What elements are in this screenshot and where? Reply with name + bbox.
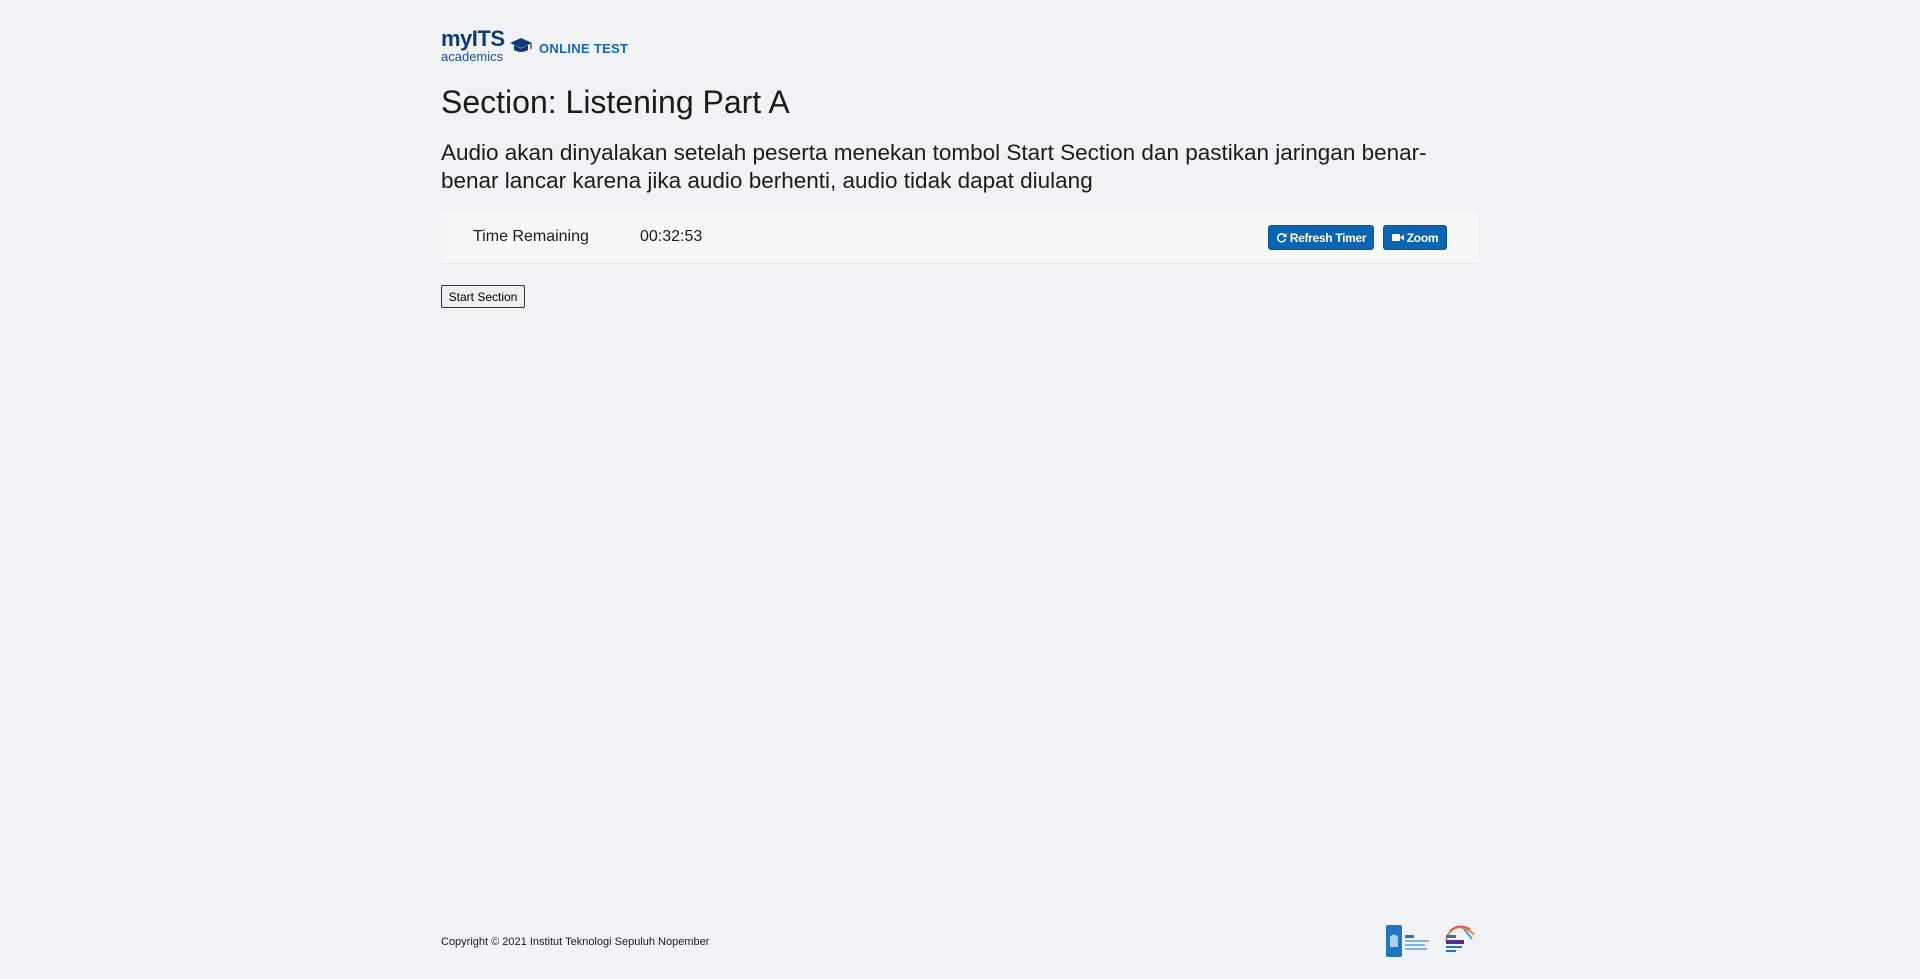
start-section-button[interactable]: Start Section xyxy=(441,285,525,308)
timer-label: Time Remaining xyxy=(473,228,589,245)
page-container: myITS academics ONLINE TEST Section: Lis… xyxy=(441,0,1478,979)
myits-academics-logo[interactable]: myITS academics xyxy=(441,26,533,68)
brand-header: myITS academics ONLINE TEST xyxy=(441,26,628,68)
zoom-label: Zoom xyxy=(1406,230,1439,245)
its-anniversary-logo xyxy=(1445,925,1475,952)
timer-value: 00:32:53 xyxy=(640,228,703,245)
section-instruction: Audio akan dinyalakan setelah peserta me… xyxy=(441,140,1427,193)
video-camera-icon xyxy=(1391,234,1404,241)
timer-bar: Time Remaining 00:32:53 Refresh Timer Zo… xyxy=(441,213,1478,264)
copyright-text: Copyright © 2021 Institut Teknologi Sepu… xyxy=(441,936,710,948)
refresh-icon xyxy=(1276,233,1287,243)
its-footer-logos xyxy=(1386,925,1475,957)
zoom-button[interactable]: Zoom xyxy=(1383,225,1447,250)
refresh-timer-label: Refresh Timer xyxy=(1289,230,1367,245)
its-institution-logo xyxy=(1386,925,1429,957)
product-name: ONLINE TEST xyxy=(539,40,629,56)
refresh-timer-button[interactable]: Refresh Timer xyxy=(1268,225,1374,250)
page-title: Section: Listening Part A xyxy=(441,84,790,120)
graduation-cap-icon xyxy=(510,38,532,52)
logo-sub-text: academics xyxy=(441,49,504,64)
